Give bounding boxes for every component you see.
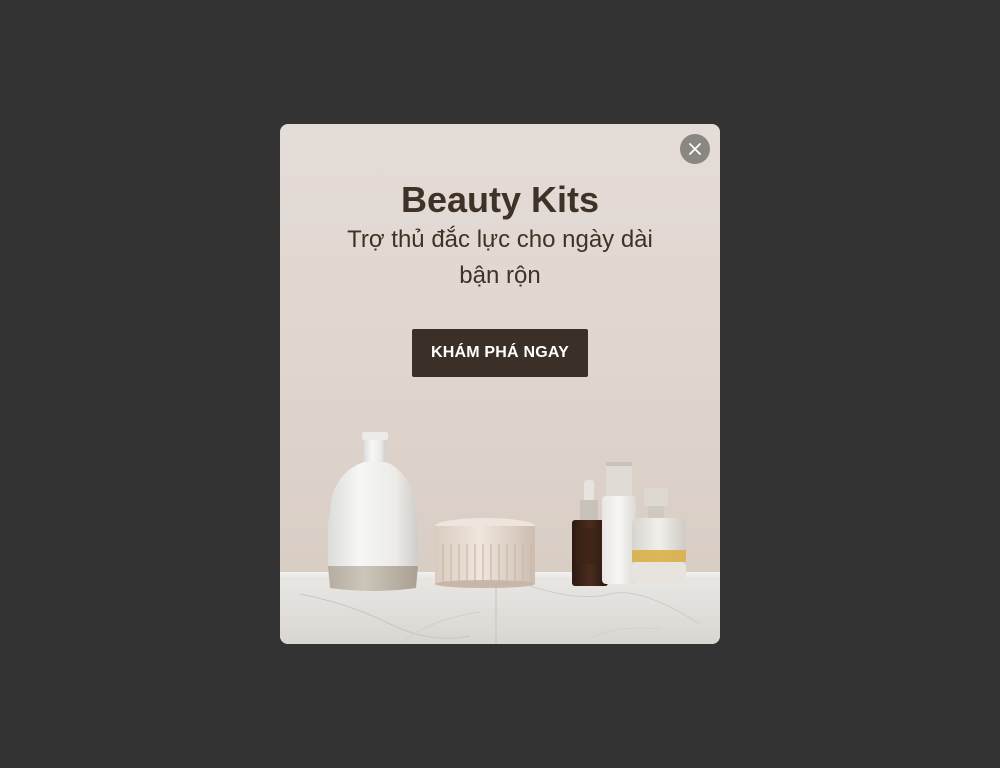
promo-popup: Beauty Kits Trợ thủ đắc lực cho ngày dài… [280,124,720,644]
popup-subtitle: Trợ thủ đắc lực cho ngày dài bận rộn [347,226,653,289]
close-icon [689,143,701,155]
popup-title: Beauty Kits [400,179,600,220]
close-button[interactable] [680,134,710,164]
explore-now-button[interactable]: KHÁM PHÁ NGAY [412,329,588,377]
